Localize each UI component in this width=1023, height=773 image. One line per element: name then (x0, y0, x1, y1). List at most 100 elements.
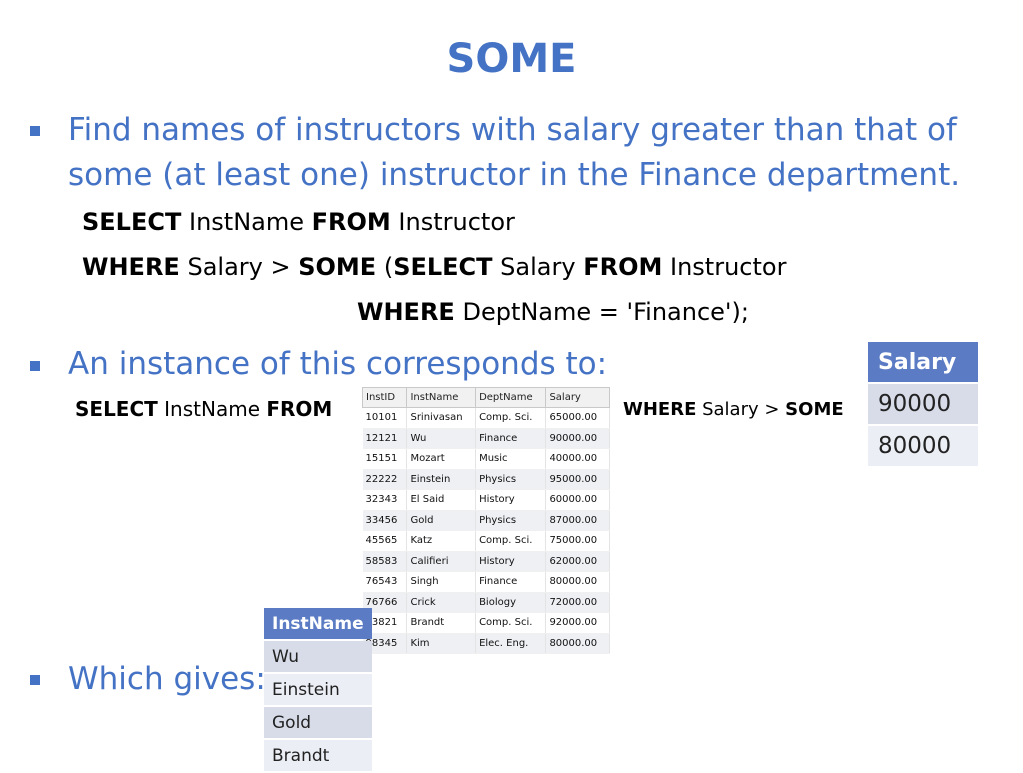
instid-cell: 45565 (362, 530, 408, 552)
salary-cell: 72000.00 (545, 592, 610, 613)
table-row: 10101 Srinivasan Comp. Sci. 65000.00 (362, 407, 610, 429)
instname-cell: Singh (406, 571, 477, 593)
salary-cell: 62000.00 (545, 551, 610, 572)
instid-cell: 10101 (362, 407, 408, 429)
instname-cell: Gold (406, 510, 477, 531)
salary-cell: 65000.00 (545, 407, 610, 429)
query-text: InstName (181, 208, 312, 236)
result-cell: Brandt (264, 740, 372, 771)
deptname-cell: Physics (475, 469, 547, 490)
query-text: DeptName = 'Finance'); (454, 298, 749, 326)
instname-cell: Katz (406, 530, 477, 552)
instructor-table-body: 10101 Srinivasan Comp. Sci. 65000.00 12121 Wu… (362, 407, 610, 654)
table-row: 33456 Gold Physics 87000.00 (362, 510, 610, 531)
instructor-table: InstID InstName DeptName Salary 10101 Sri… (361, 387, 610, 654)
bullet-find-names-line2: some (at least one) instructor in the Fi… (68, 157, 961, 193)
keyword-from: FROM (311, 208, 391, 236)
salary-cell: 40000.00 (545, 448, 610, 470)
instid-cell: 22222 (362, 469, 408, 490)
col-header-instid: InstID (361, 387, 408, 408)
keyword-select: SELECT (82, 208, 182, 236)
bullet-marker (30, 361, 40, 371)
col-header-instname: InstName (406, 387, 477, 408)
query-text: ( (376, 253, 394, 281)
instname-cell: Wu (406, 428, 477, 449)
salary-cell: 87000.00 (545, 510, 610, 531)
query-line-1: SELECT InstName FROM Instructor (82, 208, 515, 236)
table-row: 12121 Wu Finance 90000.00 (362, 428, 610, 449)
bullet-marker (30, 126, 40, 136)
table-row: 90000 (868, 384, 978, 424)
keyword-from: FROM (583, 253, 663, 281)
table-row: 80000 (868, 426, 978, 466)
deptname-cell: Elec. Eng. (475, 633, 547, 654)
keyword-some: SOME (785, 399, 844, 420)
salary-cell: 90000 (868, 384, 978, 424)
instance-select-from: SELECT InstName FROM (75, 397, 332, 421)
salary-cell: 80000.00 (545, 571, 610, 593)
instname-cell: Crick (406, 592, 477, 613)
keyword-where: WHERE (623, 399, 697, 420)
instname-cell: Mozart (406, 448, 477, 470)
table-row: 98345 Kim Elec. Eng. 80000.00 (362, 633, 610, 654)
table-row: 76543 Singh Finance 80000.00 (362, 571, 610, 593)
instid-cell: 58583 (362, 551, 408, 572)
table-row: 76766 Crick Biology 72000.00 (362, 592, 610, 613)
table-row: Brandt (264, 740, 372, 771)
salary-cell: 90000.00 (545, 428, 610, 449)
deptname-cell: Finance (475, 571, 547, 593)
table-row: 32343 El Said History 60000.00 (362, 489, 610, 511)
salary-table-header: Salary (868, 342, 978, 382)
instance-text: InstName (157, 397, 267, 421)
bullet-find-names: Find names of instructors with salary gr… (68, 108, 1008, 198)
query-line-3: WHERE DeptName = 'Finance'); (357, 298, 749, 326)
instid-cell: 32343 (362, 489, 408, 511)
salary-cell: 92000.00 (545, 612, 610, 634)
query-line-2: WHERE Salary > SOME (SELECT Salary FROM … (82, 253, 786, 281)
salary-subquery-table: Salary 90000 80000 (868, 340, 978, 468)
salary-cell: 75000.00 (545, 530, 610, 552)
bullet-find-names-line1: Find names of instructors with salary gr… (68, 112, 957, 148)
bullet-marker (30, 675, 40, 685)
keyword-select: SELECT (75, 397, 158, 421)
result-cell: Gold (264, 707, 372, 738)
keyword-where: WHERE (82, 253, 180, 281)
instname-cell: Kim (406, 633, 477, 654)
instid-cell: 33456 (362, 510, 408, 531)
salary-cell: 80000 (868, 426, 978, 466)
deptname-cell: History (475, 489, 547, 511)
query-text: Salary (492, 253, 584, 281)
table-row: Einstein (264, 674, 372, 705)
result-cell: Einstein (264, 674, 372, 705)
deptname-cell: Music (475, 448, 547, 470)
instructor-table-header-row: InstID InstName DeptName Salary (361, 387, 610, 408)
deptname-cell: Comp. Sci. (475, 612, 547, 634)
instname-cell: El Said (406, 489, 477, 511)
instid-cell: 76543 (362, 571, 408, 593)
instname-cell: Einstein (406, 469, 477, 490)
col-header-deptname: DeptName (475, 387, 547, 408)
query-text: Salary > (179, 253, 299, 281)
bullet-which-gives: Which gives: (68, 661, 266, 697)
table-row: 58583 Califieri History 62000.00 (362, 551, 610, 572)
table-row: 83821 Brandt Comp. Sci. 92000.00 (362, 612, 610, 634)
deptname-cell: Finance (475, 428, 547, 449)
instid-cell: 15151 (362, 448, 408, 470)
keyword-from: FROM (266, 397, 333, 421)
salary-cell: 95000.00 (545, 469, 610, 490)
result-cell: Wu (264, 641, 372, 672)
instname-cell: Califieri (406, 551, 477, 572)
salary-cell: 80000.00 (545, 633, 610, 654)
result-table: InstName Wu Einstein Gold Brandt (264, 606, 372, 773)
bullet-instance: An instance of this corresponds to: (68, 346, 608, 382)
table-row: 22222 Einstein Physics 95000.00 (362, 469, 610, 490)
deptname-cell: Physics (475, 510, 547, 531)
deptname-cell: History (475, 551, 547, 572)
table-row: 15151 Mozart Music 40000.00 (362, 448, 610, 470)
keyword-some: SOME (298, 253, 377, 281)
query-text: Instructor (662, 253, 787, 281)
instname-cell: Srinivasan (406, 407, 477, 429)
instname-cell: Brandt (406, 612, 477, 634)
deptname-cell: Biology (475, 592, 547, 613)
table-row: Gold (264, 707, 372, 738)
